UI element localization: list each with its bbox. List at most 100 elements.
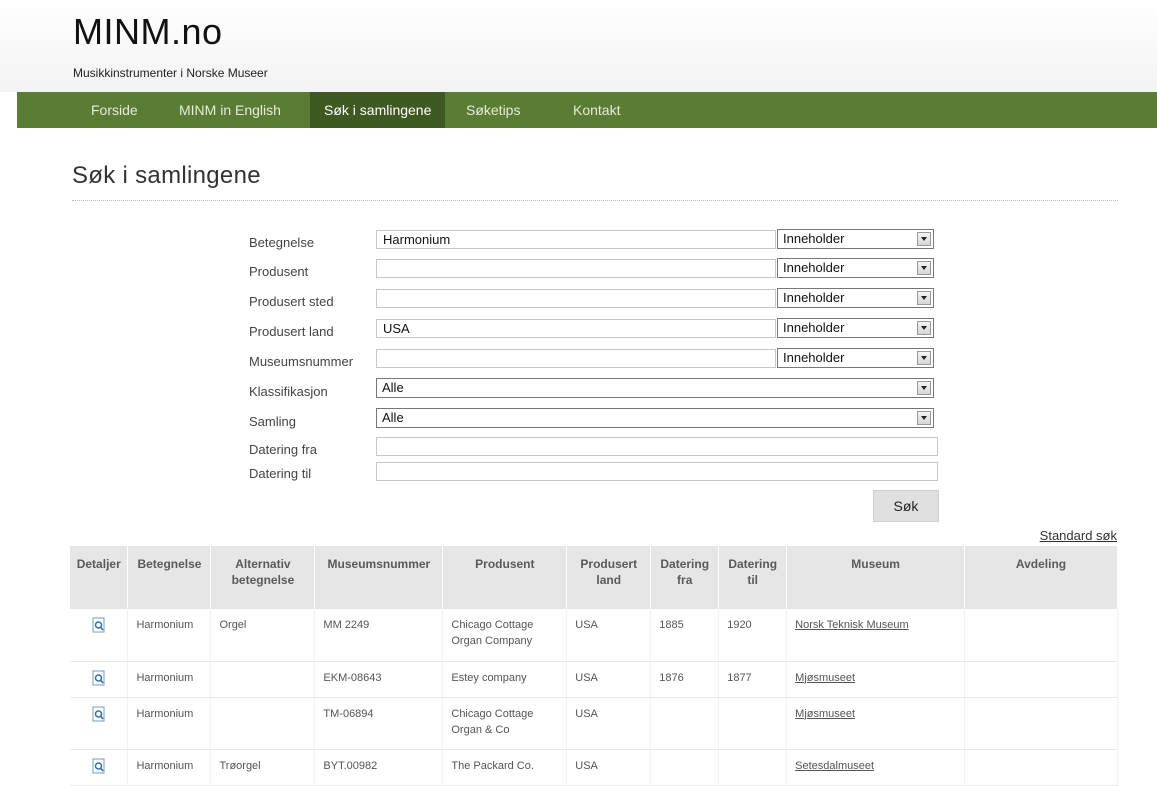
museum-link[interactable]: Mjøsmuseet: [786, 697, 966, 750]
cell-avdeling: [964, 661, 1118, 698]
input-produsert-sted[interactable]: [376, 289, 776, 308]
label-museumsnummer: Museumsnummer: [249, 354, 354, 369]
nav-item-kontakt[interactable]: Kontakt: [559, 92, 634, 128]
search-button[interactable]: Søk: [873, 490, 939, 522]
cell-land: USA: [566, 661, 652, 698]
cell-museumsnummer: BYT.00982: [314, 749, 444, 786]
site-logo[interactable]: MINM.no: [73, 14, 223, 50]
select-value: Alle: [382, 380, 404, 395]
cell-museumsnummer: TM-06894: [314, 697, 444, 750]
select-value: Alle: [382, 410, 404, 425]
select-betegnelse-mode[interactable]: Inneholder: [777, 229, 934, 249]
input-produsent[interactable]: [376, 259, 776, 278]
museum-link[interactable]: Setesdalmuseet: [786, 749, 966, 786]
col-header-betegnelse[interactable]: Betegnelse: [127, 546, 212, 609]
label-produsent: Produsent: [249, 264, 309, 279]
table-row: Harmonium EKM-08643 Estey company USA 18…: [70, 661, 1118, 698]
table-row: Harmonium Orgel MM 2249 Chicago Cottage O…: [70, 609, 1118, 662]
results-table: Detaljer Betegnelse Alternativ betegnelse…: [70, 546, 1118, 786]
document-search-icon[interactable]: [92, 617, 106, 633]
table-row: Harmonium TM-06894 Chicago Cottage Organ …: [70, 697, 1118, 750]
cell-datering-fra: [650, 697, 720, 750]
col-header-alternativ[interactable]: Alternativ betegnelse: [210, 546, 316, 609]
select-value: Inneholder: [783, 320, 845, 335]
cell-betegnelse: Harmonium: [127, 661, 212, 698]
cell-produsent: The Packard Co.: [442, 749, 568, 786]
select-produsert-sted-mode[interactable]: Inneholder: [777, 288, 934, 308]
chevron-down-icon: [917, 321, 931, 335]
title-divider: [72, 200, 1118, 201]
site-header: MINM.no Musikkinstrumenter i Norske Muse…: [0, 0, 1157, 92]
cell-datering-til: [718, 697, 788, 750]
nav-item-sok[interactable]: Søk i samlingene: [310, 92, 446, 128]
cell-produsent: Chicago Cottage Organ Company: [442, 609, 568, 662]
cell-datering-til: [718, 749, 788, 786]
chevron-down-icon: [917, 351, 931, 365]
chevron-down-icon: [917, 291, 931, 305]
input-datering-fra[interactable]: [376, 437, 938, 456]
col-header-detaljer[interactable]: Detaljer: [70, 546, 129, 609]
input-produsert-land[interactable]: [376, 319, 776, 338]
cell-avdeling: [964, 609, 1118, 662]
cell-datering-til: 1920: [718, 609, 788, 662]
table-row: Harmonium Trøorgel BYT.00982 The Packard…: [70, 749, 1118, 786]
cell-betegnelse: Harmonium: [127, 609, 212, 662]
cell-avdeling: [964, 697, 1118, 750]
label-betegnelse: Betegnelse: [249, 235, 315, 250]
input-betegnelse[interactable]: [376, 230, 776, 249]
chevron-down-icon: [917, 232, 931, 246]
cell-avdeling: [964, 749, 1118, 786]
museum-link[interactable]: Mjøsmuseet: [786, 661, 966, 698]
cell-museumsnummer: EKM-08643: [314, 661, 444, 698]
col-header-museumsnummer[interactable]: Museumsnummer: [314, 546, 444, 609]
cell-datering-til: 1877: [718, 661, 788, 698]
label-samling: Samling: [249, 414, 296, 429]
col-header-produsent[interactable]: Produsent: [442, 546, 568, 609]
label-produsert-sted: Produsert sted: [249, 294, 334, 309]
cell-museumsnummer: MM 2249: [314, 609, 444, 662]
select-produsert-land-mode[interactable]: Inneholder: [777, 318, 934, 338]
cell-alternativ: [210, 661, 316, 698]
input-datering-til[interactable]: [376, 462, 938, 481]
site-tagline: Musikkinstrumenter i Norske Museer: [73, 66, 268, 80]
col-header-datering-fra[interactable]: Datering fra: [650, 546, 720, 609]
cell-datering-fra: [650, 749, 720, 786]
cell-alternativ: [210, 697, 316, 750]
select-value: Inneholder: [783, 231, 845, 246]
nav-item-soketips[interactable]: Søketips: [452, 92, 534, 128]
label-datering-fra: Datering fra: [249, 442, 317, 457]
document-search-icon[interactable]: [92, 706, 106, 722]
cell-produsent: Estey company: [442, 661, 568, 698]
label-produsert-land: Produsert land: [249, 324, 334, 339]
select-produsent-mode[interactable]: Inneholder: [777, 258, 934, 278]
document-search-icon[interactable]: [92, 670, 106, 686]
input-museumsnummer[interactable]: [376, 349, 776, 368]
select-klassifikasjon[interactable]: Alle: [376, 378, 934, 398]
cell-betegnelse: Harmonium: [127, 749, 212, 786]
cell-land: USA: [566, 609, 652, 662]
select-value: Inneholder: [783, 260, 845, 275]
col-header-datering-til[interactable]: Datering til: [718, 546, 788, 609]
col-header-produsert-land[interactable]: Produsert land: [566, 546, 652, 609]
label-datering-til: Datering til: [249, 466, 312, 481]
cell-produsent: Chicago Cottage Organ & Co: [442, 697, 568, 750]
nav-item-forside[interactable]: Forside: [77, 92, 152, 128]
table-header-row: Detaljer Betegnelse Alternativ betegnelse…: [70, 546, 1118, 609]
chevron-down-icon: [917, 411, 931, 425]
page-title: Søk i samlingene: [72, 162, 261, 189]
cell-betegnelse: Harmonium: [127, 697, 212, 750]
cell-datering-fra: 1876: [650, 661, 720, 698]
chevron-down-icon: [917, 381, 931, 395]
col-header-museum[interactable]: Museum: [786, 546, 966, 609]
cell-land: USA: [566, 749, 652, 786]
select-value: Inneholder: [783, 350, 845, 365]
standard-search-link[interactable]: Standard søk: [1040, 528, 1117, 543]
nav-item-english[interactable]: MINM in English: [165, 92, 295, 128]
select-museumsnummer-mode[interactable]: Inneholder: [777, 348, 934, 368]
chevron-down-icon: [917, 261, 931, 275]
cell-datering-fra: 1885: [650, 609, 720, 662]
col-header-avdeling[interactable]: Avdeling: [964, 546, 1118, 609]
cell-alternativ: Orgel: [210, 609, 316, 662]
select-samling[interactable]: Alle: [376, 408, 934, 428]
museum-link[interactable]: Norsk Teknisk Museum: [786, 609, 966, 662]
